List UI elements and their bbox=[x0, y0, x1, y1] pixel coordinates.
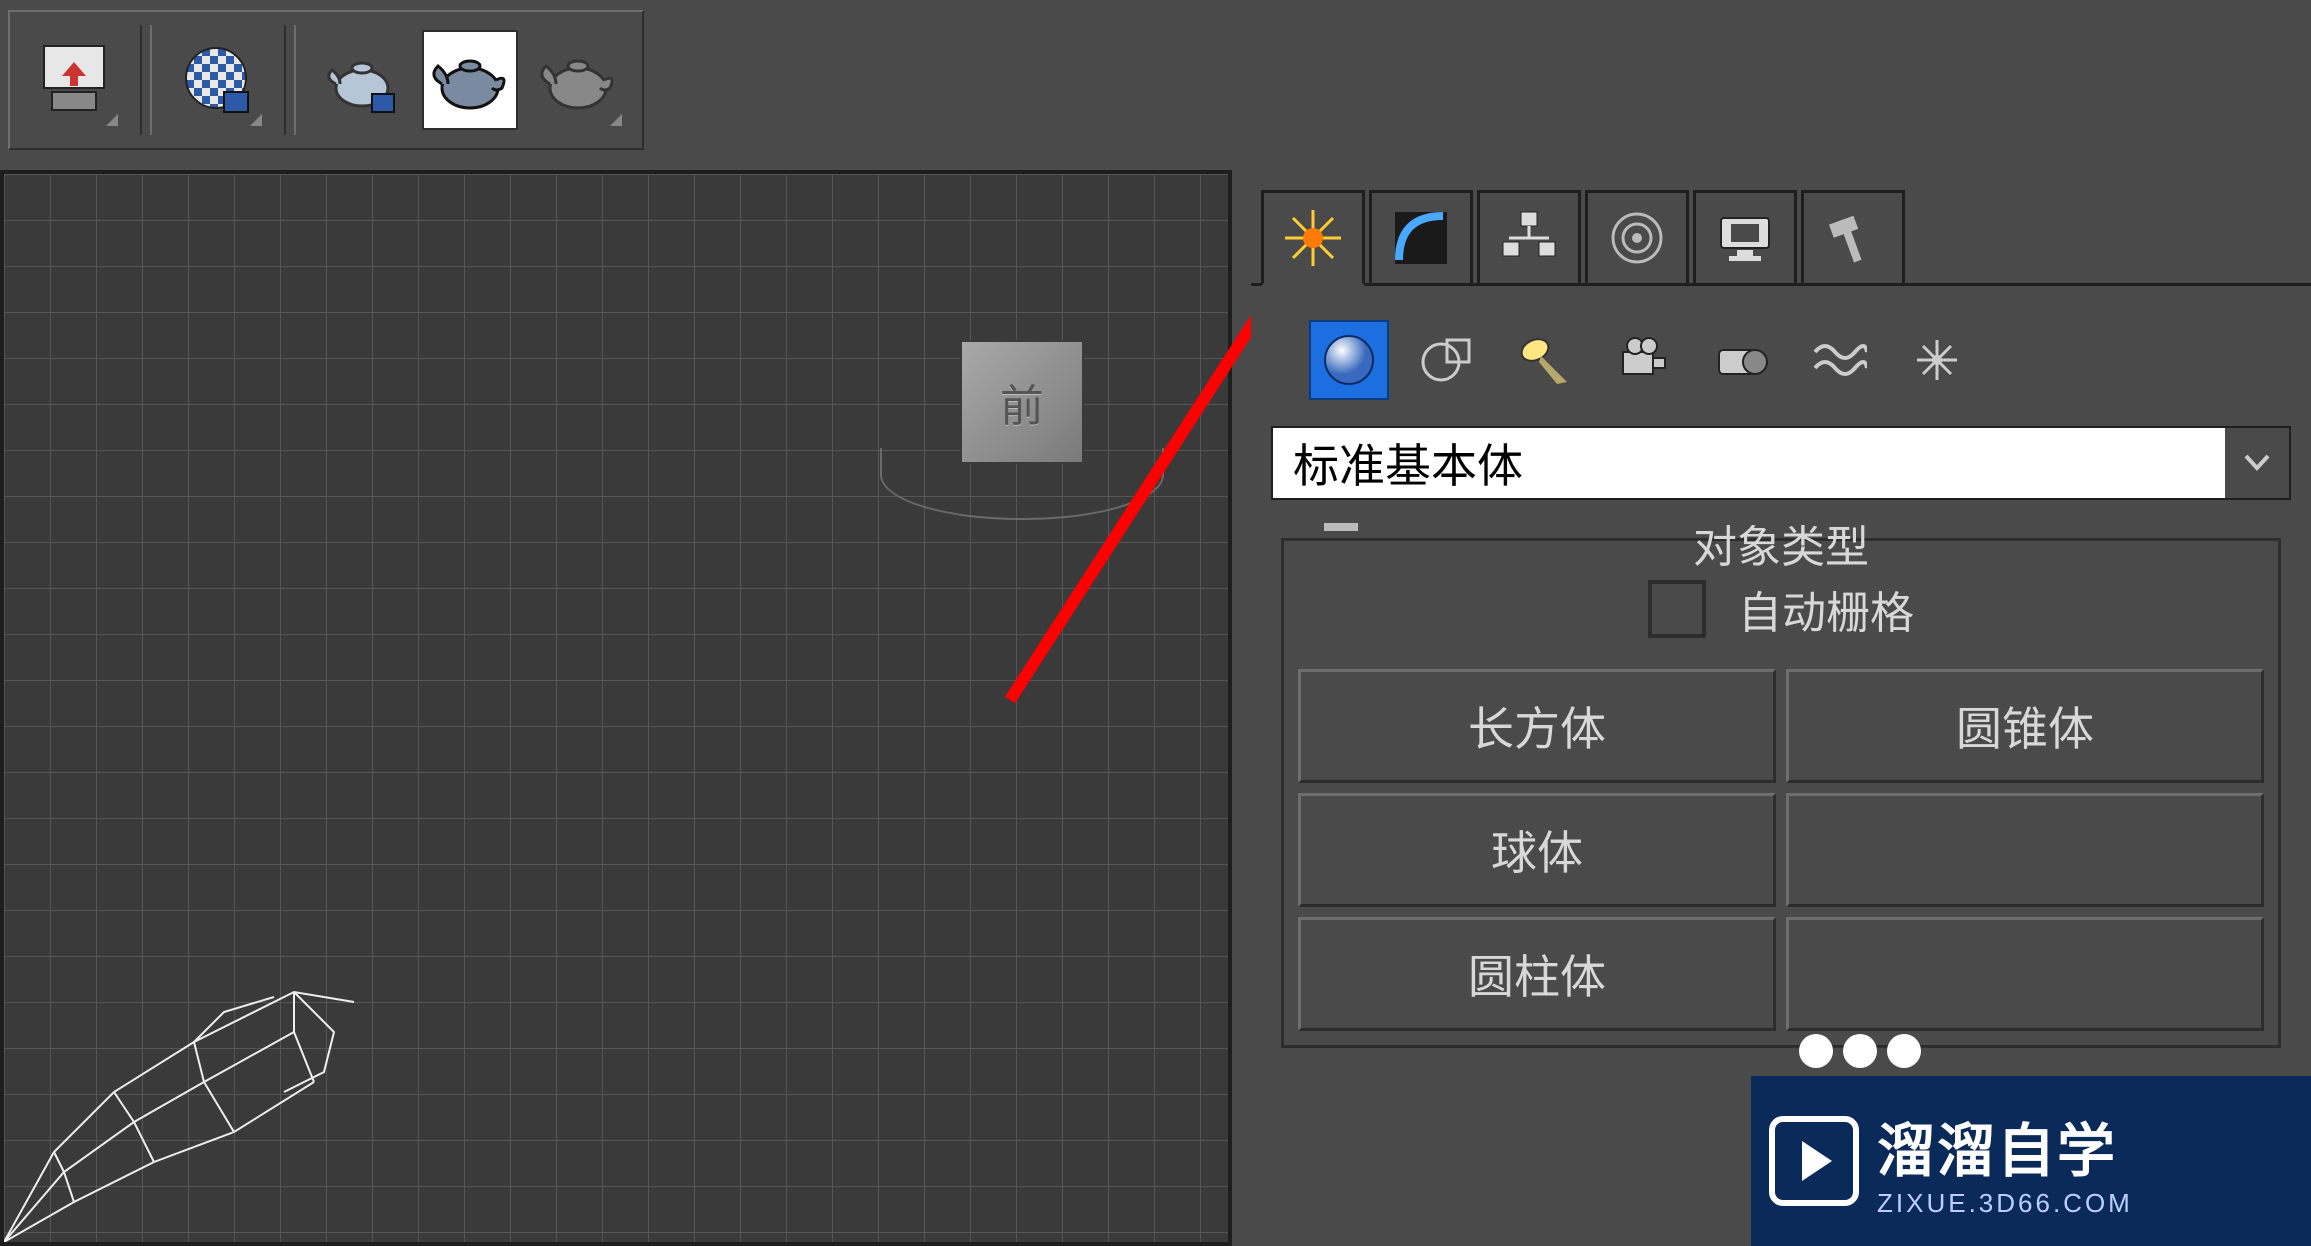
tab-hierarchy[interactable] bbox=[1477, 190, 1581, 283]
viewport-front[interactable] bbox=[0, 170, 1232, 1246]
category-cameras[interactable] bbox=[1603, 320, 1683, 400]
btn-cone-label: 圆锥体 bbox=[1956, 693, 2094, 759]
material-toolbar bbox=[8, 10, 644, 150]
checker-sphere-icon bbox=[178, 40, 258, 120]
category-geometry[interactable] bbox=[1309, 320, 1389, 400]
spacewarp-wave-icon bbox=[1811, 332, 1867, 388]
display-monitor-icon bbox=[1715, 208, 1775, 268]
btn-sphere[interactable]: 球体 bbox=[1298, 793, 1776, 907]
shapes-icon bbox=[1419, 332, 1475, 388]
create-star-icon bbox=[1280, 205, 1346, 271]
motion-disc-icon bbox=[1607, 208, 1667, 268]
toolbar-btn-teapot-gray[interactable] bbox=[530, 30, 626, 130]
watermark-brand: 溜溜自学 bbox=[1877, 1104, 2133, 1188]
play-icon bbox=[1769, 1116, 1859, 1206]
category-shapes[interactable] bbox=[1407, 320, 1487, 400]
teapot-gray-icon bbox=[538, 40, 618, 120]
btn-box-label: 长方体 bbox=[1468, 693, 1606, 759]
rollout-title: 对象类型 bbox=[1284, 511, 2278, 575]
viewcube-face-front[interactable]: 前 bbox=[960, 340, 1084, 464]
btn-cylinder-label: 圆柱体 bbox=[1468, 941, 1606, 1007]
autogrid-checkbox[interactable] bbox=[1648, 580, 1706, 638]
flyout-indicator-icon bbox=[250, 114, 262, 126]
viewcube-label: 前 bbox=[1000, 370, 1044, 434]
object-type-grid: 长方体 圆锥体 球体 圆柱体 bbox=[1298, 669, 2264, 1031]
toolbar-btn-teapot-a[interactable] bbox=[314, 30, 410, 130]
hammer-icon bbox=[1823, 208, 1883, 268]
dropdown-arrow[interactable] bbox=[2225, 426, 2291, 500]
wireframe-object bbox=[0, 972, 414, 1246]
light-icon bbox=[1517, 332, 1573, 388]
btn-geosphere[interactable] bbox=[1786, 793, 2264, 907]
command-panel-tabs bbox=[1251, 190, 2311, 286]
hierarchy-icon bbox=[1499, 208, 1559, 268]
watermark-url: ZIXUE.3D66.COM bbox=[1877, 1188, 2133, 1219]
dropdown-value: 标准基本体 bbox=[1271, 426, 2225, 500]
command-panel-body: 标准基本体 对象类型 自动栅格 长方体 圆锥体 球体 圆柱体 bbox=[1251, 283, 2311, 1048]
tab-display[interactable] bbox=[1693, 190, 1797, 283]
tab-create[interactable] bbox=[1261, 190, 1365, 286]
autogrid-row: 自动栅格 bbox=[1298, 561, 2264, 669]
flyout-indicator-icon bbox=[106, 114, 118, 126]
category-helpers[interactable] bbox=[1701, 320, 1781, 400]
btn-cone[interactable]: 圆锥体 bbox=[1786, 669, 2264, 783]
tab-utilities[interactable] bbox=[1801, 190, 1905, 283]
tab-modify[interactable] bbox=[1369, 190, 1473, 283]
toolbar-separator bbox=[284, 25, 296, 135]
teapot-selected-icon bbox=[430, 40, 510, 120]
tab-motion[interactable] bbox=[1585, 190, 1689, 283]
watermark-3d66: 溜溜自学 ZIXUE.3D66.COM bbox=[1751, 1076, 2311, 1246]
btn-box[interactable]: 长方体 bbox=[1298, 669, 1776, 783]
viewcube[interactable]: 前 bbox=[960, 340, 1084, 464]
toolbar-btn-save-material[interactable] bbox=[26, 30, 122, 130]
save-slot-icon bbox=[34, 40, 114, 120]
teapot-icon bbox=[322, 40, 402, 120]
toolbar-btn-checker-sphere[interactable] bbox=[170, 30, 266, 130]
sphere-icon bbox=[1321, 332, 1377, 388]
btn-cylinder[interactable]: 圆柱体 bbox=[1298, 917, 1776, 1031]
category-systems[interactable] bbox=[1897, 320, 1977, 400]
toolbar-btn-teapot-selected[interactable] bbox=[422, 30, 518, 130]
autogrid-label: 自动栅格 bbox=[1738, 577, 1914, 641]
create-category-row bbox=[1271, 310, 2291, 428]
category-spacewarps[interactable] bbox=[1799, 320, 1879, 400]
geometry-type-dropdown[interactable]: 标准基本体 bbox=[1271, 428, 2291, 498]
chevron-down-icon bbox=[2242, 448, 2272, 478]
camera-icon bbox=[1615, 332, 1671, 388]
modify-arc-icon bbox=[1391, 208, 1451, 268]
flyout-indicator-icon bbox=[610, 114, 622, 126]
btn-tube[interactable] bbox=[1786, 917, 2264, 1031]
category-lights[interactable] bbox=[1505, 320, 1585, 400]
toolbar-separator bbox=[140, 25, 152, 135]
helper-tape-icon bbox=[1713, 332, 1769, 388]
systems-star-icon bbox=[1909, 332, 1965, 388]
btn-sphere-label: 球体 bbox=[1491, 817, 1583, 883]
rollout-object-type: 对象类型 自动栅格 长方体 圆锥体 球体 圆柱体 bbox=[1281, 538, 2281, 1048]
